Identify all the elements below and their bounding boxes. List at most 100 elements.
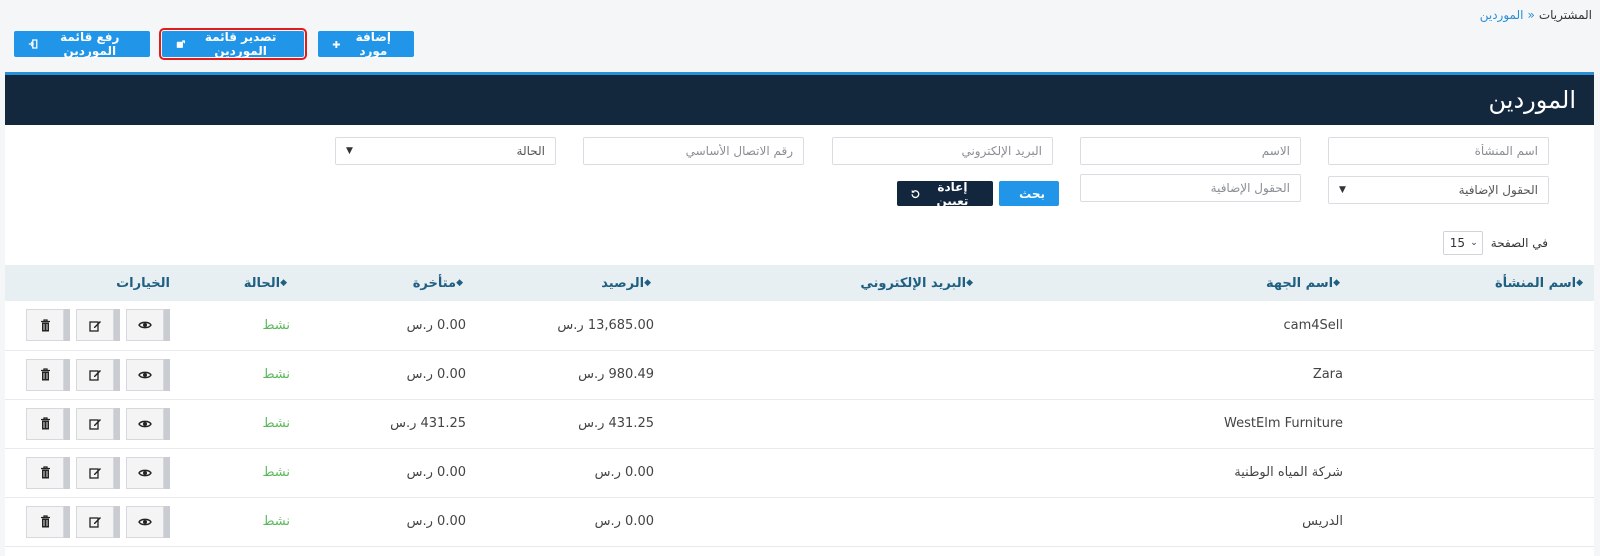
row-actions <box>13 309 170 342</box>
export-suppliers-button[interactable]: تصدير قائمة الموردين <box>159 28 307 60</box>
action-divider <box>114 358 120 391</box>
cell-company <box>1351 497 1594 546</box>
column-header-contact[interactable]: ◆اسم الجهة <box>984 265 1351 301</box>
cell-overdue: 0.00 ر.س <box>406 317 466 333</box>
column-header-company[interactable]: ◆اسم المنشأة <box>1351 265 1594 301</box>
edit-button[interactable] <box>76 358 114 391</box>
edit-button[interactable] <box>76 505 114 538</box>
edit-icon <box>88 517 101 528</box>
upload-suppliers-button[interactable]: رفع قائمة الموردين <box>14 30 150 58</box>
edit-action <box>76 358 120 391</box>
cell-status: نشط <box>262 317 290 333</box>
view-button[interactable] <box>126 456 164 489</box>
delete-action <box>26 407 70 440</box>
per-page-select[interactable]: 15 ⌄ <box>1442 231 1483 255</box>
add-supplier-button[interactable]: إضافة مورد <box>318 30 414 58</box>
delete-button[interactable] <box>26 505 64 538</box>
action-divider <box>64 358 70 391</box>
view-button[interactable] <box>126 505 164 538</box>
delete-button[interactable] <box>26 456 64 489</box>
cell-overdue: 431.25 ر.س <box>390 416 466 431</box>
sort-icon: ◆ <box>280 278 287 288</box>
edit-action <box>76 456 120 489</box>
view-button[interactable] <box>126 358 164 391</box>
search-button[interactable]: بحث <box>999 181 1059 206</box>
table-row: الدريس 0.00 ر.س 0.00 ر.س نشط <box>5 497 1594 546</box>
trash-icon <box>40 466 50 479</box>
action-divider <box>164 456 170 489</box>
trash-icon <box>40 515 50 528</box>
cell-contact: Zara <box>1312 367 1343 382</box>
action-divider <box>164 309 170 342</box>
cell-email <box>662 301 984 350</box>
cell-email <box>662 497 984 546</box>
row-actions <box>13 358 170 391</box>
column-header-overdue[interactable]: ◆متأخرة <box>298 265 474 301</box>
breadcrumb-current[interactable]: الموردين <box>1480 8 1524 22</box>
action-divider <box>164 407 170 440</box>
sort-icon: ◆ <box>456 278 463 288</box>
delete-action <box>26 456 70 489</box>
sort-icon: ◆ <box>644 278 651 288</box>
column-label: الحالة <box>243 275 281 291</box>
edit-button[interactable] <box>76 309 114 342</box>
cell-overdue: 0.00 ر.س <box>406 367 466 382</box>
email-input[interactable] <box>843 138 1042 164</box>
extra-fields-select[interactable]: الحقول الإضافية ▼ <box>1328 176 1549 204</box>
reset-label: إعادة تعيين <box>936 179 969 208</box>
eye-icon <box>138 420 152 427</box>
cell-email <box>662 448 984 497</box>
delete-button[interactable] <box>26 309 64 342</box>
column-label: البريد الإلكتروني <box>860 275 967 291</box>
action-divider <box>64 456 70 489</box>
name-input[interactable] <box>1091 138 1290 164</box>
trash-icon <box>40 417 50 430</box>
phone-filter[interactable] <box>583 137 804 165</box>
search-label: بحث <box>1019 186 1045 201</box>
per-page-control: في الصفحة 15 ⌄ <box>1442 231 1548 255</box>
column-label: اسم المنشأة <box>1494 275 1577 291</box>
delete-button[interactable] <box>26 358 64 391</box>
cell-email <box>662 350 984 399</box>
view-button[interactable] <box>126 309 164 342</box>
delete-button[interactable] <box>26 407 64 440</box>
sort-icon: ◆ <box>1333 278 1340 288</box>
extra-fields-filter[interactable] <box>1080 174 1301 202</box>
column-header-email[interactable]: ◆البريد الإلكتروني <box>662 265 984 301</box>
breadcrumb-root[interactable]: المشتريات <box>1539 8 1592 22</box>
action-divider <box>114 309 120 342</box>
company-name-input[interactable] <box>1339 138 1538 164</box>
panel-header: الموردين <box>5 75 1594 125</box>
company-name-filter[interactable] <box>1328 137 1549 165</box>
status-select[interactable]: الحالة ▼ <box>335 137 556 165</box>
action-divider <box>64 309 70 342</box>
extra-fields-input[interactable] <box>1091 175 1290 201</box>
cell-contact: الدريس <box>1302 514 1343 529</box>
table-row: cam4Sell 13,685.00 ر.س 0.00 ر.س نشط <box>5 301 1594 350</box>
column-header-status[interactable]: ◆الحالة <box>178 265 298 301</box>
edit-button[interactable] <box>76 407 114 440</box>
edit-icon <box>88 320 101 332</box>
caret-down-icon: ▼ <box>346 146 353 156</box>
edit-button[interactable] <box>76 456 114 489</box>
cell-status: نشط <box>262 465 290 480</box>
cell-company <box>1351 350 1594 399</box>
cell-contact: WestElm Furniture <box>1224 416 1343 431</box>
email-filter[interactable] <box>832 137 1053 165</box>
cell-balance: 13,685.00 ر.س <box>557 317 654 333</box>
cell-balance: 980.49 ر.س <box>578 367 654 382</box>
plus-icon <box>332 40 340 48</box>
cell-options <box>5 399 178 448</box>
action-divider <box>64 505 70 538</box>
reset-button[interactable]: إعادة تعيين <box>897 179 993 208</box>
name-filter[interactable] <box>1080 137 1301 165</box>
sign-in-icon <box>28 39 38 49</box>
view-button[interactable] <box>126 407 164 440</box>
cell-status: نشط <box>262 367 290 382</box>
column-header-balance[interactable]: ◆الرصيد <box>474 265 662 301</box>
column-label: اسم الجهة <box>1265 275 1334 291</box>
column-label: الخيارات <box>116 275 170 291</box>
phone-input[interactable] <box>594 138 793 164</box>
eye-icon <box>138 469 152 476</box>
upload-suppliers-label: رفع قائمة الموردين <box>60 30 120 58</box>
